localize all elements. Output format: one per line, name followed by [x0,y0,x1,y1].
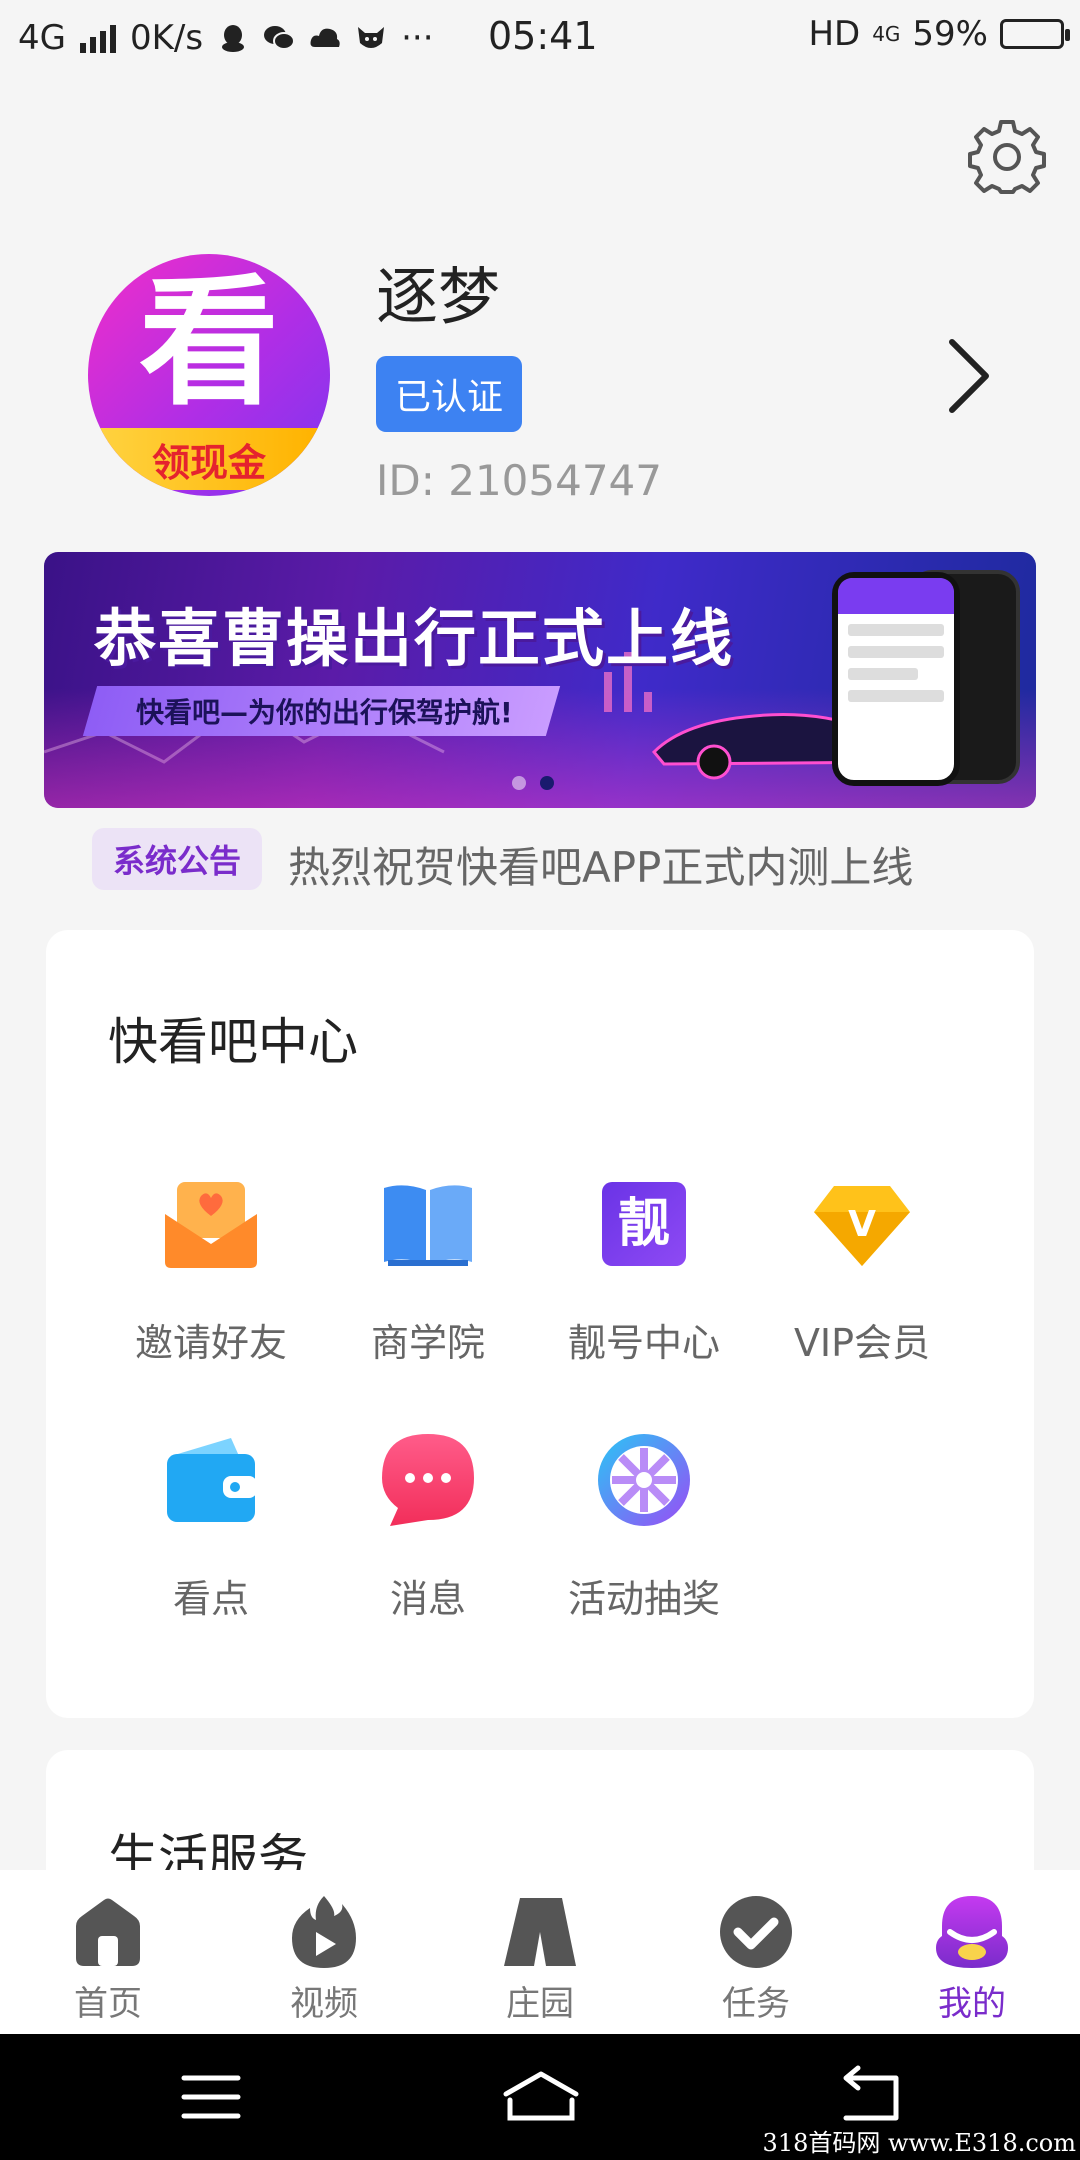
hd-label: HD [808,14,861,54]
vip-diamond-icon: V [812,1174,912,1274]
system-nav-bar: 318首码网 www.E318.com [0,2034,1080,2160]
signal-icon [79,23,116,53]
tab-label: 我的 [938,1984,1006,2024]
chevron-right-icon[interactable] [944,336,994,416]
cloud-icon [309,23,341,53]
network-speed: 0K/s [129,17,204,58]
tab-tasks[interactable]: 任务 [648,1870,864,2034]
wechat-icon [263,23,296,53]
banner-subtitle-text: 快看吧—为你的出行保驾护航! [136,696,513,729]
book-icon [378,1174,478,1274]
manor-icon [500,1892,580,1972]
avatar-ribbon: 领现金 [100,428,318,490]
tab-label: 庄园 [506,1984,574,2024]
battery-icon [1000,19,1070,49]
bottom-tab-bar: 首页 视频 庄园 任务 我的 [0,1870,1080,2034]
status-left: 4G 0K/s ··· [18,18,434,58]
profile-icon [932,1892,1012,1972]
tab-label: 视频 [290,1984,358,2024]
grid-item-label: 商学院 [370,1321,485,1365]
grid-item-label: 消息 [389,1577,466,1621]
username: 逐梦 [376,260,501,333]
envelope-heart-icon [161,1174,261,1274]
home-icon [68,1892,148,1972]
banner-subtitle: 快看吧—为你的出行保驾护航! [82,686,560,736]
menu-icon[interactable] [166,2064,256,2130]
back-icon[interactable] [824,2064,914,2130]
center-card: 快看吧中心 邀请好友 商学院 靓 靓号中心 V VIP会员 看点 消息 活动抽奖 [46,930,1034,1718]
task-check-icon [716,1892,796,1972]
profile-page: 4G 0K/s ··· 05:41 HD 4G 59% 看 领现金 逐梦 已认证… [0,0,1080,2160]
app-notification-icon [355,23,387,53]
tab-label: 首页 [74,1984,142,2024]
grid-item-label: 邀请好友 [134,1321,287,1365]
liang-badge-icon: 靓 [594,1174,694,1274]
liang-glyph: 靓 [618,1194,670,1254]
video-flame-icon [284,1892,364,1972]
tab-video[interactable]: 视频 [216,1870,432,2034]
grid-item-liang[interactable]: 靓 靓号中心 [544,1174,744,1367]
grid-item-label: 活动抽奖 [567,1577,720,1621]
tab-profile[interactable]: 我的 [864,1870,1080,2034]
center-card-title: 快看吧中心 [108,1013,358,1071]
home-nav-icon[interactable] [496,2064,586,2130]
grid-item-messages[interactable]: 消息 [328,1430,528,1623]
lottery-wheel-icon [594,1430,694,1530]
status-bar: 4G 0K/s ··· 05:41 HD 4G 59% [0,0,1080,75]
more-notifications-icon: ··· [401,17,434,58]
avatar[interactable]: 看 领现金 [88,254,330,496]
chat-bubble-icon [378,1430,478,1530]
notice-tag: 系统公告 [92,828,262,890]
grid-item-label: VIP会员 [793,1321,931,1365]
vip-glyph: V [848,1204,876,1245]
grid-item-academy[interactable]: 商学院 [328,1174,528,1367]
banner-dot-active[interactable] [540,776,554,790]
banner-pagination [512,776,554,790]
grid-item-label: 靓号中心 [567,1321,720,1365]
user-id: ID: 21054747 [376,456,663,505]
battery-percent: 59% [912,14,988,54]
promo-banner[interactable]: 恭喜曹操出行正式上线 快看吧—为你的出行保驾护航! [44,552,1036,808]
network-label: 4G [18,17,66,58]
grid-item-vip[interactable]: V VIP会员 [762,1174,962,1367]
wallet-icon [161,1430,261,1530]
grid-item-lottery[interactable]: 活动抽奖 [544,1430,744,1623]
clock: 05:41 [488,14,598,58]
grid-item-kandian[interactable]: 看点 [111,1430,311,1623]
verified-badge: 已认证 [376,356,522,432]
grid-item-label: 看点 [172,1577,249,1621]
banner-dot[interactable] [512,776,526,790]
qq-icon [217,23,249,53]
avatar-glyph: 看 [138,262,279,425]
status-right: HD 4G 59% [808,14,1070,54]
phone-illustration [832,572,960,786]
network-right-label: 4G [872,22,901,46]
tab-manor[interactable]: 庄园 [432,1870,648,2034]
banner-title: 恭喜曹操出行正式上线 [94,602,735,675]
tab-home[interactable]: 首页 [0,1870,216,2034]
notice-text[interactable]: 热烈祝贺快看吧APP正式内测上线 [288,834,913,895]
grid-item-invite[interactable]: 邀请好友 [111,1174,311,1367]
settings-gear-icon[interactable] [968,118,1046,196]
tab-label: 任务 [722,1984,790,2024]
watermark: 318首码网 www.E318.com [762,2129,1076,2157]
